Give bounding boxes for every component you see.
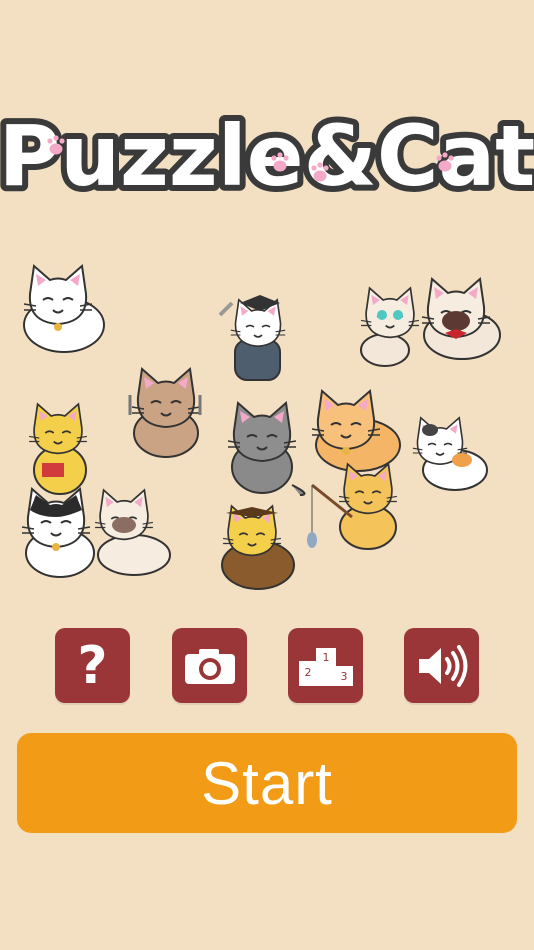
camera-icon (184, 648, 235, 684)
cat-explorer (221, 505, 295, 590)
game-logo: Puzzle&Cat (0, 100, 534, 211)
cat-yellow-angry (28, 403, 88, 495)
sound-button[interactable] (404, 628, 479, 703)
logo-svg: Puzzle&Cat (0, 101, 534, 211)
camera-button[interactable] (172, 628, 247, 703)
start-button-label: Start (201, 749, 333, 817)
cat-orange-fat (311, 390, 401, 472)
logo-title: Puzzle&Cat (0, 107, 534, 205)
cat-gray (227, 402, 306, 496)
cat-black-white (21, 488, 95, 578)
rank-2-label: 2 (304, 666, 311, 679)
cat-illustrations (0, 255, 534, 600)
ranking-icon: 1 2 3 (298, 647, 353, 686)
help-button[interactable]: ? (55, 628, 130, 703)
rank-1-label: 1 (322, 651, 329, 664)
cat-calico (412, 416, 488, 491)
cat-white (23, 265, 105, 353)
cat-graduate (218, 295, 286, 381)
start-button[interactable]: Start (17, 733, 517, 833)
ranking-button[interactable]: 1 2 3 (288, 628, 363, 703)
cat-fishing (307, 463, 398, 550)
cat-siamese-lying (94, 489, 171, 576)
cat-tabby-fork (128, 368, 202, 458)
cat-siamese-pair (360, 278, 501, 367)
sound-icon (418, 644, 467, 687)
cat-cluster (21, 265, 501, 590)
help-icon: ? (77, 635, 108, 696)
rank-3-label: 3 (340, 670, 347, 683)
